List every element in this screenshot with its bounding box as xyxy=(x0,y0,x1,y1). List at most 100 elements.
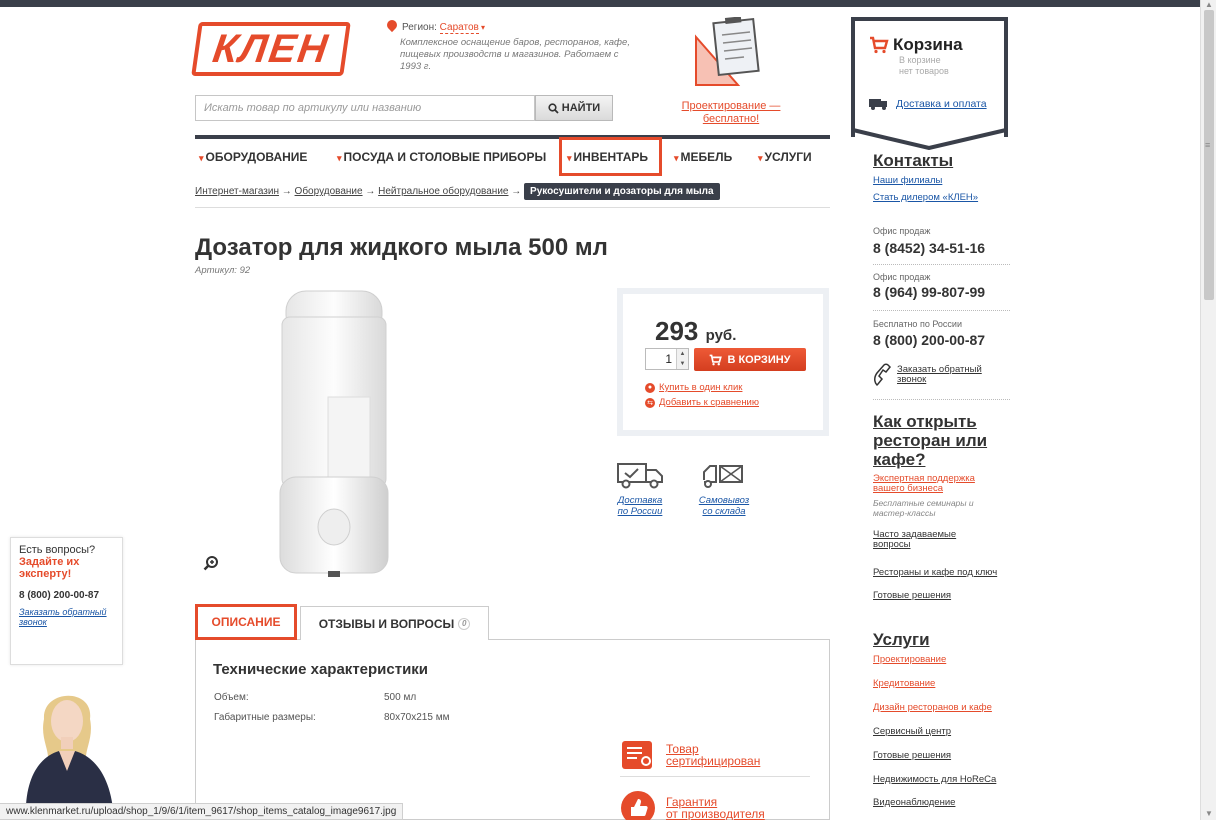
quantity-stepper[interactable]: 1 ▲ ▼ xyxy=(645,348,689,370)
klen-logo[interactable]: КЛЕН xyxy=(191,22,351,76)
delivery-russia[interactable]: Доставка по России xyxy=(605,460,675,517)
cart-empty-text: В корзине нет товаров xyxy=(899,55,949,76)
product-price: 293 руб. xyxy=(655,316,737,346)
turnkey-link[interactable]: Рестораны и кафе под ключ xyxy=(873,567,997,578)
spec-name: Объем: xyxy=(214,692,249,703)
add-to-cart-label: В КОРЗИНУ xyxy=(727,353,791,366)
phone-number: 8 (8452) 34-51-16 xyxy=(873,240,986,256)
vertical-scrollbar[interactable]: ▲ ≡ ▼ xyxy=(1200,0,1216,820)
delivery-link-text: Доставка и оплата xyxy=(896,98,987,110)
service-link[interactable]: Проектирование xyxy=(873,654,946,665)
region-value[interactable]: Саратов xyxy=(439,22,479,34)
breadcrumb-separator: → xyxy=(365,186,376,197)
scroll-grip-icon: ≡ xyxy=(1205,140,1211,150)
cart-icon xyxy=(710,354,723,365)
click-icon: ● xyxy=(645,382,655,393)
location-pin-icon xyxy=(384,17,400,33)
ask-question-text: Есть вопросы? xyxy=(19,544,96,556)
compare-icon: ⇆ xyxy=(645,397,655,408)
main-nav: ▾ ОБОРУДОВАНИЕ ▾ ПОСУДА И СТОЛОВЫЕ ПРИБОРЫ… xyxy=(195,140,830,176)
our-branches-link[interactable]: Наши филиалы xyxy=(873,175,942,186)
chevron-down-icon: ▾ xyxy=(674,153,679,163)
page-title: Дозатор для жидкого мыла 500 мл xyxy=(195,234,608,261)
design-illustration-icon xyxy=(695,17,760,86)
tab-description[interactable]: ОПИСАНИЕ xyxy=(195,604,297,640)
search-button[interactable]: НАЙТИ xyxy=(535,95,613,121)
delivery-payment-link[interactable]: Доставка и оплата xyxy=(869,98,987,110)
ready-solutions-link[interactable]: Готовые решения xyxy=(873,590,951,601)
delivery-truck-icon xyxy=(617,463,663,489)
phone-handset-icon xyxy=(874,363,892,387)
region-selector[interactable]: Регион: Саратов ▾ xyxy=(384,17,486,34)
company-tagline: Комплексное оснащение баров, ресторанов,… xyxy=(400,37,630,72)
scroll-down-icon[interactable]: ▼ xyxy=(1205,809,1213,818)
certificate-icon xyxy=(622,741,652,769)
cart-widget: Корзина В корзине нет товаров Доставка и … xyxy=(851,17,1008,137)
breadcrumb: Интернет-магазин → Оборудование → Нейтра… xyxy=(195,183,720,200)
search-button-label: НАЙТИ xyxy=(561,102,601,114)
service-link[interactable]: Кредитование xyxy=(873,678,935,689)
scrollbar-thumb[interactable] xyxy=(1204,10,1214,300)
nav-item-tableware[interactable]: ▾ ПОСУДА И СТОЛОВЫЕ ПРИБОРЫ xyxy=(337,150,546,164)
ask-expert-text: Задайте их эксперту! xyxy=(19,556,80,580)
breadcrumb-neutral[interactable]: Нейтральное оборудование xyxy=(378,186,508,197)
badge-divider xyxy=(620,776,810,777)
zoom-icon[interactable] xyxy=(203,555,219,576)
cart-icon xyxy=(870,36,889,54)
phone-label: Офис продаж xyxy=(873,226,931,236)
breadcrumb-current: Рукосушители и дозаторы для мыла xyxy=(524,183,720,200)
thumbs-up-icon xyxy=(621,791,655,820)
tab-reviews[interactable]: ОТЗЫВЫ И ВОПРОСЫ 0 xyxy=(300,606,489,640)
divider xyxy=(873,399,1010,400)
quantity-spin-icon[interactable]: ▲ ▼ xyxy=(676,349,688,369)
breadcrumb-shop[interactable]: Интернет-магазин xyxy=(195,186,279,197)
expert-support-link[interactable]: Экспертная поддержка вашего бизнеса xyxy=(873,474,998,494)
product-sku: Артикул: 92 xyxy=(195,265,251,276)
add-to-cart-button[interactable]: В КОРЗИНУ xyxy=(694,348,806,371)
become-dealer-link[interactable]: Стать дилером «КЛЕН» xyxy=(873,192,978,203)
search-icon xyxy=(548,102,559,114)
callback-link[interactable]: Заказать обратный звонок xyxy=(873,363,989,387)
ask-phone: 8 (800) 200-00-87 xyxy=(19,590,100,601)
service-link[interactable]: Дизайн ресторанов и кафе xyxy=(873,702,992,713)
services-title[interactable]: Услуги xyxy=(873,630,930,650)
nav-top-border xyxy=(195,135,830,139)
ask-callback-link[interactable]: Заказать обратный звонок xyxy=(19,607,114,627)
phone-label: Бесплатно по России xyxy=(873,319,962,329)
buy-one-click-link[interactable]: ● Купить в один клик xyxy=(645,382,742,393)
contacts-title[interactable]: Контакты xyxy=(873,151,953,171)
phone-label: Офис продаж xyxy=(873,272,931,282)
soap-dispenser-image[interactable] xyxy=(264,287,404,583)
phone-number: 8 (800) 200-00-87 xyxy=(873,332,986,348)
service-link[interactable]: Готовые решения xyxy=(873,750,951,761)
callback-text: Заказать обратный звонок xyxy=(897,364,982,385)
logo-text: КЛЕН xyxy=(210,26,332,71)
scroll-up-icon[interactable]: ▲ xyxy=(1205,0,1213,9)
divider xyxy=(873,310,1010,311)
certified-badge[interactable]: Товар сертифицирован xyxy=(620,737,760,773)
warranty-badge[interactable]: Гарантия от производителя xyxy=(620,790,765,820)
phone-number: 8 (964) 99-807-99 xyxy=(873,284,986,300)
search-input[interactable]: Искать товар по артикулу или названию xyxy=(195,95,535,121)
cart-frame-bottom xyxy=(851,120,1008,150)
nav-item-services[interactable]: ▾ УСЛУГИ xyxy=(758,150,812,164)
nav-item-equipment[interactable]: ▾ ОБОРУДОВАНИЕ xyxy=(199,150,307,164)
breadcrumb-equipment[interactable]: Оборудование xyxy=(295,186,363,197)
add-to-compare-link[interactable]: ⇆ Добавить к сравнению xyxy=(645,397,759,408)
cart-title[interactable]: Корзина xyxy=(869,35,963,55)
service-link[interactable]: Сервисный центр xyxy=(873,726,951,737)
chevron-down-icon: ▾ xyxy=(478,23,486,32)
consultant-avatar xyxy=(25,695,114,820)
nav-item-furniture[interactable]: ▾ МЕБЕЛЬ xyxy=(674,150,732,164)
service-link[interactable]: Видеонаблюдение xyxy=(873,797,955,808)
ask-expert-widget[interactable]: Есть вопросы? Задайте их эксперту! 8 (80… xyxy=(10,537,123,665)
faq-link[interactable]: Часто задаваемые вопросы xyxy=(873,530,983,550)
service-link[interactable]: Недвижимость для HoReCa xyxy=(873,774,996,785)
design-free-link[interactable]: Проектирование — бесплатно! xyxy=(676,100,786,126)
top-bar xyxy=(0,0,1216,7)
region-label: Регион: xyxy=(402,22,437,33)
chevron-down-icon: ▾ xyxy=(199,153,204,163)
how-to-open-title[interactable]: Как открыть ресторан или кафе? xyxy=(873,412,1003,469)
pickup-warehouse[interactable]: Самовывоз со склада xyxy=(689,460,759,517)
spec-value: 500 мл xyxy=(384,692,417,703)
